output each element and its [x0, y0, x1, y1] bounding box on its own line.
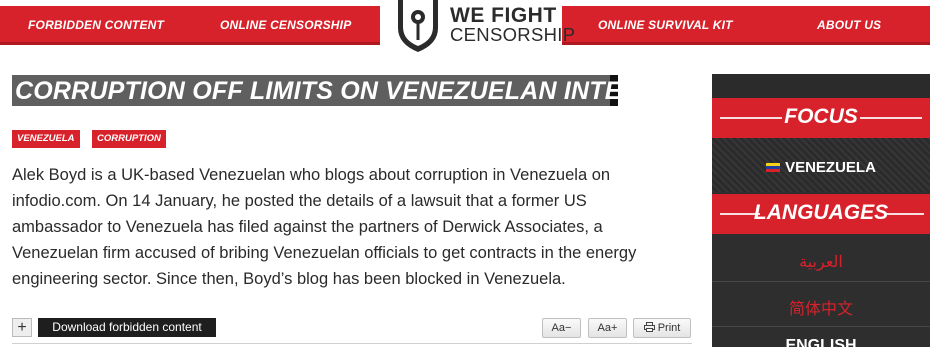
- nav-online-censorship[interactable]: ONLINE CENSORSHIP: [220, 18, 351, 32]
- article-body: Alek Boyd is a UK-based Venezuelan who b…: [12, 162, 682, 292]
- font-decrease-button[interactable]: Aa−: [542, 318, 581, 338]
- venezuela-flag-icon: [766, 162, 781, 172]
- top-navigation: FORBIDDEN CONTENT ONLINE CENSORSHIP ONLI…: [0, 0, 930, 52]
- language-chinese[interactable]: 简体中文: [712, 295, 930, 319]
- download-button[interactable]: Download forbidden content: [38, 318, 216, 337]
- nav-online-survival-kit[interactable]: ONLINE SURVIVAL KIT: [598, 18, 733, 32]
- focus-item-venezuela[interactable]: VENEZUELA: [712, 159, 930, 176]
- tag-corruption[interactable]: CORRUPTION: [92, 130, 166, 148]
- focus-header: FOCUS: [712, 98, 930, 138]
- logo-text-bottom: CENSORSHIP: [450, 24, 576, 45]
- article-paragraph: Alek Boyd is a UK-based Venezuelan who b…: [12, 166, 637, 288]
- language-arabic[interactable]: العربية: [712, 252, 930, 272]
- tag-venezuela[interactable]: VENEZUELA: [12, 130, 80, 148]
- sidebar: FOCUS VENEZUELA LANGUAGES العربية 简体中文 E…: [712, 74, 930, 354]
- nav-forbidden-content[interactable]: FORBIDDEN CONTENT: [28, 18, 164, 32]
- nav-about-us[interactable]: ABOUT US: [817, 18, 881, 32]
- toolbar-divider: [12, 343, 692, 344]
- shield-pen-icon: [398, 0, 438, 52]
- sidebar-top-band: [712, 74, 930, 98]
- site-logo[interactable]: WE FIGHT CENSORSHIP: [380, 0, 575, 52]
- expand-button[interactable]: +: [12, 318, 32, 337]
- languages-header: LANGUAGES: [712, 194, 930, 234]
- focus-heading: FOCUS: [784, 105, 858, 128]
- languages-heading: LANGUAGES: [753, 201, 889, 224]
- print-label: Print: [657, 322, 681, 334]
- article-title: CORRUPTION OFF LIMITS ON VENEZUELAN INTE…: [15, 77, 691, 105]
- font-increase-button[interactable]: Aa+: [588, 318, 627, 338]
- print-button[interactable]: Print: [633, 318, 691, 338]
- printer-icon: [643, 322, 655, 332]
- focus-item-label: VENEZUELA: [785, 159, 876, 176]
- language-english[interactable]: ENGLISH: [712, 337, 930, 355]
